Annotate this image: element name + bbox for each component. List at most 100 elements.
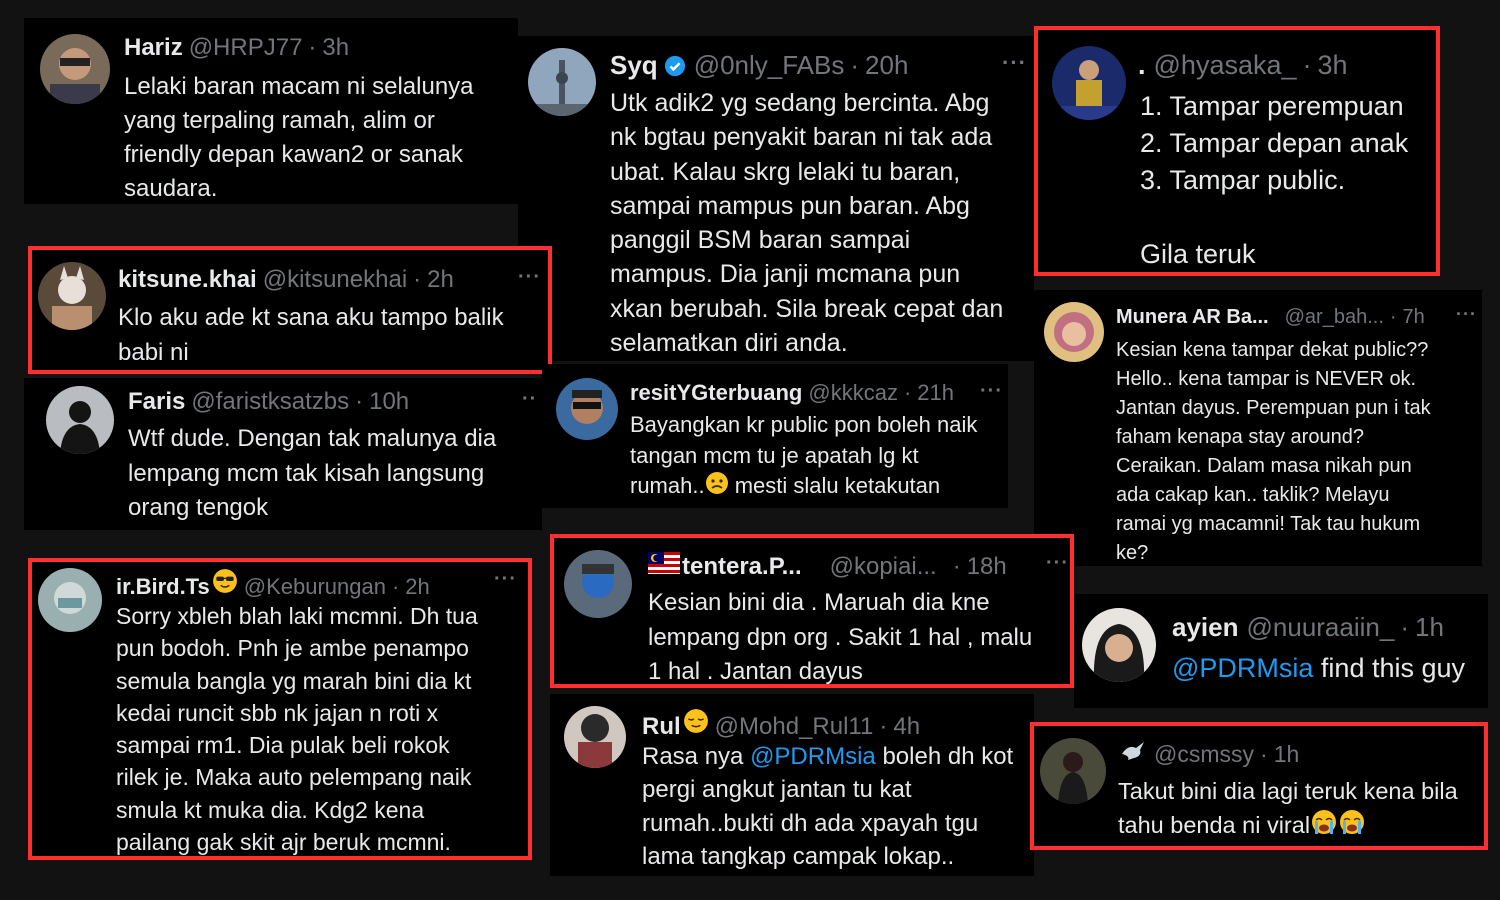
cool-face-emoji-icon (212, 568, 238, 600)
timestamp[interactable]: 18h (967, 553, 1007, 581)
dove-icon (1120, 740, 1146, 768)
tweet-text-part: Takut bini dia lagi teruk kena bila tahu… (1118, 778, 1458, 838)
tweet-text: Bayangkan kr public pon boleh naik tanga… (630, 410, 977, 504)
separator-dot: · (413, 266, 422, 293)
user-handle[interactable]: @Keburungan (244, 574, 386, 600)
avatar[interactable] (38, 262, 106, 330)
user-handle[interactable]: @hyasaka_ (1154, 50, 1297, 81)
tweet-card: Syq @0nly_FABs · 20h ··· Utk adik2 yg se… (518, 36, 1034, 361)
tweet-card: @csmssy · 1h Takut bini dia lagi teruk k… (1030, 722, 1488, 850)
tweet-card: tentera.P... @kopiai... · 18h ··· Kesian… (550, 534, 1074, 688)
separator-dot: · (879, 713, 888, 740)
display-name[interactable]: . (1138, 50, 1146, 81)
tweet-text: Rasa nya @PDRMsia boleh dh kot pergi ang… (642, 740, 1013, 873)
display-name[interactable]: Rul (642, 713, 681, 741)
separator-dot: · (391, 574, 400, 599)
display-name[interactable]: Faris (128, 388, 185, 416)
user-handle[interactable]: @HRPJ77 (189, 34, 303, 62)
timestamp[interactable]: 1h (1274, 741, 1300, 768)
mention-link[interactable]: @PDRMsia (1172, 653, 1313, 683)
user-handle[interactable]: @kkkcaz (808, 380, 898, 406)
user-handle[interactable]: @kopiai... (830, 553, 937, 581)
avatar[interactable] (556, 378, 618, 440)
avatar[interactable] (1040, 738, 1106, 804)
timestamp[interactable]: 3h (322, 34, 349, 62)
tweet-card: ayien @nuuraaiin_ · 1h @PDRMsia find thi… (1074, 594, 1488, 708)
sad-face-emoji-icon (705, 471, 729, 504)
crying-face-emoji-icon (1310, 808, 1366, 845)
user-handle[interactable]: @Mohd_Rul11 (715, 713, 874, 741)
more-options-icon[interactable]: ··· (518, 266, 541, 289)
user-handle[interactable]: @csmssy (1154, 741, 1254, 768)
more-options-icon[interactable]: ··· (494, 568, 517, 591)
tweet-card: Hariz @HRPJ77 · 3h Lelaki baran macam ni… (24, 18, 518, 204)
tweet-card: Faris @faristksatzbs · 10h ··· Wtf dude.… (24, 378, 542, 530)
timestamp[interactable]: 4h (893, 713, 920, 741)
avatar[interactable] (564, 550, 632, 618)
tweet-text: Utk adik2 yg sedang bercinta. Abg nk bgt… (610, 89, 1004, 358)
separator-dot: · (1389, 306, 1397, 328)
avatar[interactable] (40, 34, 110, 104)
avatar[interactable] (1044, 302, 1104, 362)
separator-dot: · (952, 553, 961, 580)
mention-link[interactable]: @PDRMsia (750, 743, 876, 770)
tweet-text: Sorry xbleh blah laki mcmni. Dh tua pun … (116, 603, 478, 856)
timestamp[interactable]: 21h (917, 380, 954, 406)
separator-dot: · (903, 380, 912, 405)
user-handle[interactable]: @faristksatzbs (191, 388, 349, 416)
relieved-face-emoji-icon (683, 708, 709, 741)
more-options-icon[interactable]: ··· (522, 388, 538, 411)
tweet-text: Klo aku ade kt sana aku tampo balik babi… (118, 304, 504, 366)
tweet-text: Lelaki baran macam ni selalunya yang ter… (124, 73, 474, 202)
avatar[interactable] (564, 706, 626, 768)
timestamp[interactable]: 2h (427, 266, 454, 294)
tweet-text: 1. Tampar perempuan 2. Tampar depan anak… (1140, 91, 1409, 269)
user-handle[interactable]: @nuuraaiin_ (1247, 612, 1395, 643)
tweet-text: Kesian kena tampar dekat public?? Hello.… (1116, 339, 1431, 564)
tweet-card: Munera AR Ba... @ar_bah... · 7h ··· Kesi… (1034, 290, 1482, 566)
more-options-icon[interactable]: ··· (980, 380, 1003, 403)
avatar[interactable] (38, 568, 102, 632)
display-name[interactable]: ir.Bird.Ts (116, 574, 210, 600)
avatar[interactable] (1082, 608, 1156, 682)
timestamp[interactable]: 20h (865, 50, 908, 81)
tweet-text: Wtf dude. Dengan tak malunya dia lempang… (128, 425, 497, 521)
timestamp[interactable]: 2h (405, 574, 429, 600)
separator-dot: · (308, 34, 317, 61)
more-options-icon[interactable]: ··· (1456, 304, 1477, 325)
display-name[interactable]: tentera.P... (682, 553, 802, 581)
timestamp[interactable]: 7h (1403, 306, 1425, 329)
display-name[interactable]: Munera AR Ba... (1116, 306, 1269, 329)
tweet-card: kitsune.khai @kitsunekhai · 2h ··· Klo a… (28, 246, 552, 374)
tweet-text-part: mesti slalu ketakutan (728, 473, 941, 499)
avatar[interactable] (528, 48, 596, 116)
display-name[interactable]: kitsune.khai (118, 266, 257, 294)
timestamp[interactable]: 10h (369, 388, 409, 416)
avatar[interactable] (1052, 46, 1126, 120)
tweet-text: Kesian bini dia . Maruah dia kne lempang… (648, 589, 1033, 685)
more-options-icon[interactable]: ··· (1002, 50, 1027, 76)
tweet-text: @PDRMsia find this guy (1172, 650, 1465, 686)
separator-dot: · (1260, 741, 1268, 767)
tweet-card: . @hyasaka_ · 3h 1. Tampar perempuan 2. … (1034, 26, 1440, 276)
more-options-icon[interactable]: ··· (1046, 552, 1069, 575)
display-name[interactable]: ayien (1172, 612, 1239, 643)
tweet-card: Rul @Mohd_Rul11 · 4h Rasa nya @PDRMsia b… (550, 694, 1034, 876)
separator-dot: · (355, 388, 364, 415)
timestamp[interactable]: 1h (1415, 612, 1444, 643)
separator-dot: · (1302, 50, 1312, 80)
separator-dot: · (1400, 612, 1409, 642)
separator-dot: · (850, 50, 860, 80)
user-handle[interactable]: @ar_bah... (1285, 306, 1384, 329)
tweet-text: Takut bini dia lagi teruk kena bila tahu… (1118, 774, 1458, 845)
display-name[interactable]: resitYGterbuang (630, 380, 802, 406)
tweet-card: ir.Bird.Ts @Keburungan · 2h ··· Sorry xb… (28, 558, 532, 860)
user-handle[interactable]: @kitsunekhai (263, 266, 407, 294)
timestamp[interactable]: 3h (1318, 50, 1348, 81)
tweet-text-part: Rasa nya (642, 743, 751, 770)
user-handle[interactable]: @0nly_FABs (694, 50, 845, 81)
avatar[interactable] (46, 386, 114, 454)
verified-badge-icon (664, 53, 686, 77)
display-name[interactable]: Hariz (124, 34, 183, 62)
display-name[interactable]: Syq (610, 50, 658, 81)
